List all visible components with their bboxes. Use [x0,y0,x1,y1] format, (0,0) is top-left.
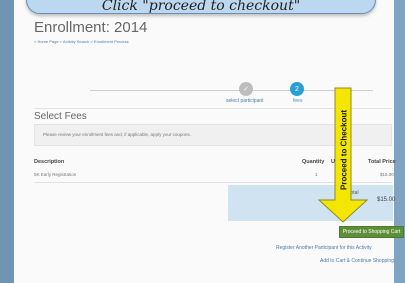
annotation-arrow-label: Proceed to Checkout [339,109,349,191]
